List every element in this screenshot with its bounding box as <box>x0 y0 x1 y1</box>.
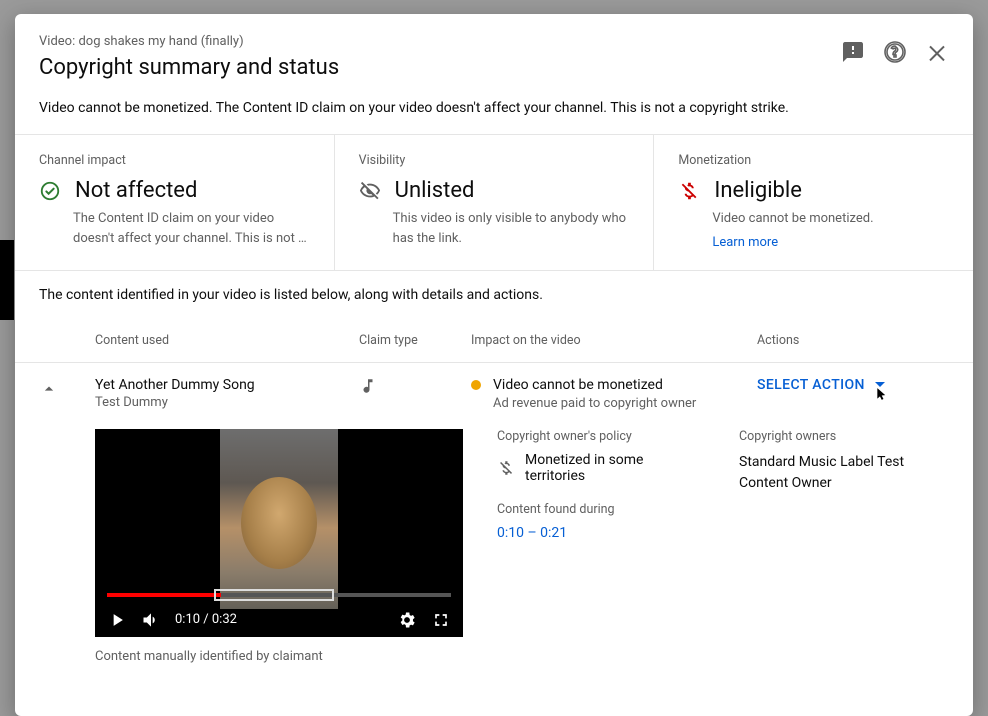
music-note-icon <box>359 377 377 395</box>
player-caption: Content manually identified by claimant <box>95 649 463 664</box>
no-monetization-icon <box>678 180 700 202</box>
monetize-off-icon <box>497 459 515 477</box>
channel-impact-value: Not affected <box>75 178 197 203</box>
fullscreen-icon[interactable] <box>431 610 451 630</box>
play-icon[interactable] <box>107 610 127 630</box>
visibility-value: Unlisted <box>395 178 475 203</box>
video-player: 0:10 / 0:32 Content manually identified … <box>95 429 463 664</box>
feedback-icon[interactable] <box>841 40 865 64</box>
eye-off-icon <box>359 180 381 202</box>
video-time: 0:10 / 0:32 <box>175 612 237 627</box>
status-dot-icon <box>471 380 481 390</box>
select-action-label: SELECT ACTION <box>757 377 865 393</box>
warning-text: Video cannot be monetized. The Content I… <box>15 96 973 135</box>
content-artist: Test Dummy <box>95 395 359 410</box>
found-range[interactable]: 0:10 – 0:21 <box>497 525 707 541</box>
owners-label: Copyright owners <box>739 429 949 444</box>
monetization-value: Ineligible <box>714 178 802 203</box>
monetization-card: Monetization Ineligible Video cannot be … <box>654 135 973 270</box>
claim-segment-marker <box>214 589 334 601</box>
monetization-desc: Video cannot be monetized. <box>712 209 949 229</box>
help-icon[interactable] <box>883 40 907 64</box>
claim-detail: 0:10 / 0:32 Content manually identified … <box>15 411 973 664</box>
policy-label: Copyright owner's policy <box>497 429 707 444</box>
col-impact: Impact on the video <box>471 333 757 348</box>
volume-icon[interactable] <box>141 610 161 630</box>
policy-value: Monetized in some territories <box>525 452 707 484</box>
monetization-label: Monetization <box>678 153 949 168</box>
impact-sub: Ad revenue paid to copyright owner <box>493 396 757 411</box>
page-title: Copyright summary and status <box>39 55 841 80</box>
chevron-up-icon[interactable] <box>39 379 59 399</box>
found-label: Content found during <box>497 502 707 517</box>
learn-more-link[interactable]: Learn more <box>712 235 949 250</box>
copyright-modal: Video: dog shakes my hand (finally) Copy… <box>15 14 973 716</box>
impact-title: Video cannot be monetized <box>493 377 663 393</box>
owners-value: Standard Music Label Test Content Owner <box>739 452 949 494</box>
breadcrumb: Video: dog shakes my hand (finally) <box>39 34 841 49</box>
video-progress[interactable] <box>107 593 451 597</box>
caret-down-icon <box>875 382 885 387</box>
visibility-label: Visibility <box>359 153 630 168</box>
content-title: Yet Another Dummy Song <box>95 377 359 393</box>
table-header: Content used Claim type Impact on the vi… <box>15 319 973 363</box>
status-row: Channel impact Not affected The Content … <box>15 135 973 271</box>
claim-row: Yet Another Dummy Song Test Dummy Video … <box>15 363 973 411</box>
settings-icon[interactable] <box>397 610 417 630</box>
visibility-card: Visibility Unlisted This video is only v… <box>335 135 655 270</box>
col-actions: Actions <box>757 333 949 348</box>
intro-text: The content identified in your video is … <box>15 271 973 319</box>
col-content-used: Content used <box>95 333 359 348</box>
check-circle-icon <box>39 180 61 202</box>
visibility-desc: This video is only visible to anybody wh… <box>393 209 630 248</box>
channel-impact-desc: The Content ID claim on your video doesn… <box>73 209 310 248</box>
col-claim-type: Claim type <box>359 333 471 348</box>
video-frame[interactable]: 0:10 / 0:32 <box>95 429 463 637</box>
channel-impact-label: Channel impact <box>39 153 310 168</box>
close-icon[interactable] <box>925 40 949 64</box>
channel-impact-card: Channel impact Not affected The Content … <box>15 135 335 270</box>
modal-header: Video: dog shakes my hand (finally) Copy… <box>15 14 973 96</box>
select-action-button[interactable]: SELECT ACTION <box>757 377 949 393</box>
